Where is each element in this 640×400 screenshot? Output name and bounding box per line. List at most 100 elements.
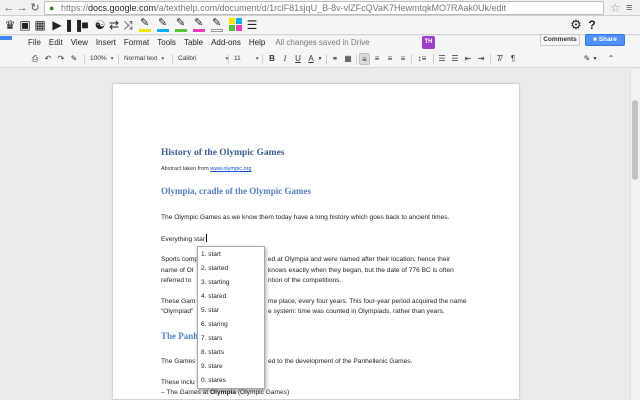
browser-menu-icon[interactable]: ≡ [626,2,632,14]
chevron-down-icon[interactable]: ▼ [592,53,598,65]
abstract-link[interactable]: www.olympic.org [210,166,251,172]
chevron-down-icon[interactable]: ▼ [317,53,323,65]
font-select[interactable]: Calibri ▼ [178,53,229,65]
highlight-yellow-icon[interactable]: ✎ [138,18,152,32]
menu-view[interactable]: View [67,37,92,49]
highlight-green-icon[interactable]: ✎ [174,18,188,32]
align-left-icon[interactable]: ≡ [359,53,370,65]
bookmark-star-icon[interactable]: ☆ [610,1,621,15]
bold-button[interactable]: B [267,53,277,65]
highlight-pink-icon[interactable]: ✎ [192,18,206,32]
link-icon[interactable]: ⚭ [330,53,340,65]
paragraph-line: “Olympiad” [161,308,194,315]
font-size-select[interactable]: 11 ▼ [234,53,260,65]
paragraph-line: These inclu [161,379,195,386]
menu-help[interactable]: Help [245,37,269,49]
share-button[interactable]: ■ Share [585,34,625,46]
suggestion-item[interactable]: 5. star [198,304,264,318]
menu-format[interactable]: Format [120,37,153,49]
speaker-icon[interactable]: ☯ [93,18,107,32]
line-spacing-icon[interactable]: ↕≡ [415,53,429,65]
suggestion-item[interactable]: 1. start [198,248,264,262]
paint-format-icon[interactable]: ✎ [69,53,79,65]
style-value: Normal text [124,55,158,62]
increase-indent-icon[interactable]: ⇥ [476,53,486,65]
menu-tools[interactable]: Tools [153,37,180,49]
align-center-icon[interactable]: ≡ [372,53,382,65]
comment-icon[interactable]: ▦ [343,53,353,65]
shuffle-icon[interactable]: ⤨ [121,18,135,32]
menu-addons[interactable]: Add-ons [207,37,245,49]
zoom-select[interactable]: 100% ▼ [90,53,115,65]
justify-icon[interactable]: ≡ [398,53,408,65]
zoom-value: 100% [90,55,107,62]
text-color-button[interactable]: A [306,53,316,65]
clear-highlights-icon[interactable]: ✎ [210,18,224,32]
list-item-prefix: – The Games at [161,389,210,396]
chevron-down-icon: ▼ [109,56,115,62]
toolbar-divider [490,54,491,64]
pen-glyph: ✎ [212,17,222,29]
suggestion-item[interactable]: 7. stars [198,332,264,346]
align-right-icon[interactable]: ≡ [385,53,395,65]
stop-icon[interactable]: ■ [78,18,92,32]
editing-mode-pencil-icon[interactable]: ✎ [582,53,592,65]
toolbar-divider [433,54,434,64]
toolbar-divider [172,54,173,64]
numbered-list-icon[interactable]: ☰ [437,53,447,65]
highlight-blue-bar [157,29,169,32]
style-select[interactable]: Normal text ▼ [124,53,165,65]
suggestion-item[interactable]: 9. stare [198,360,264,374]
underline-button[interactable]: U [293,53,303,65]
menu-insert[interactable]: Insert [92,37,120,49]
highlight-pink-bar [193,29,205,32]
paragraph-line: me place, every four years. This four-ye… [268,298,467,305]
vocabulary-list-icon[interactable]: ☰ [245,18,259,32]
bulleted-list-icon[interactable]: ☰ [450,53,460,65]
undo-icon[interactable]: ↶ [43,53,53,65]
toolbar-divider [262,54,263,64]
swatch-pink [236,25,242,31]
suggestion-item[interactable]: 6. staring [198,318,264,332]
suggestion-item[interactable]: 2. started [198,262,264,276]
collect-highlights-icon[interactable] [229,18,242,31]
gear-icon[interactable]: ⚙ [569,18,583,32]
pilcrow-icon[interactable]: ¶ [508,53,518,65]
paragraph-line: ed at Olympia and were named after their… [268,256,451,263]
extension-toolbar: ♛ ▣ ▦ ▶ ❚❚ ■ ☯ ⇄ ⤨ ✎ ✎ ✎ ✎ ✎ ☰ ⚙ ? TH [0,16,640,49]
print-icon[interactable]: ⎙ [30,53,40,65]
suggestion-item[interactable]: 3. starting [198,276,264,290]
suggestion-item[interactable]: 4. stared [198,290,264,304]
toolbar-divider [118,54,119,64]
addon-puzzle-icon[interactable]: TH [422,36,435,49]
section-heading-panhellenic: The Panh [161,331,199,341]
italic-button[interactable]: I [280,53,290,65]
predict-owl-icon[interactable]: ♛ [3,18,17,32]
collapse-toolbar-icon[interactable]: ⌃ [606,53,616,65]
comments-button[interactable]: Comments [540,34,580,46]
scrollbar-thumb[interactable] [632,100,638,180]
dictionary-icon[interactable]: ▦ [33,18,47,32]
reload-icon[interactable]: ↻ [29,2,41,14]
clear-formatting-icon[interactable]: T̸ [494,53,504,65]
highlight-blue-icon[interactable]: ✎ [156,18,170,32]
redo-icon[interactable]: ↷ [56,53,66,65]
play-icon[interactable]: ▶ [50,18,64,32]
forward-icon[interactable]: → [16,2,28,14]
typing-line[interactable]: Everything star [161,234,207,246]
suggestion-item[interactable]: 0. stares [198,374,264,388]
pause-icon[interactable]: ❚❚ [64,18,84,32]
word-prediction-popup: 1. start 2. started 3. starting 4. stare… [197,246,265,389]
decrease-indent-icon[interactable]: ⇤ [463,53,473,65]
menu-file[interactable]: File [24,37,45,49]
menu-edit[interactable]: Edit [45,37,67,49]
address-bar[interactable]: ● https://docs.google.com/a/texthelp.com… [44,1,604,15]
picture-dictionary-icon[interactable]: ▣ [18,18,32,32]
help-icon[interactable]: ? [585,18,599,32]
translate-icon[interactable]: ⇄ [107,18,121,32]
back-icon[interactable]: ← [3,2,15,14]
format-toolbar: ⎙ ↶ ↷ ✎ 100% ▼ Normal text ▼ Calibri ▼ 11 ▼ … [0,50,640,68]
suggestion-item[interactable]: 8. starts [198,346,264,360]
paragraph-line: ed to the development of the Panhellenic… [268,358,413,365]
menu-table[interactable]: Table [180,37,207,49]
